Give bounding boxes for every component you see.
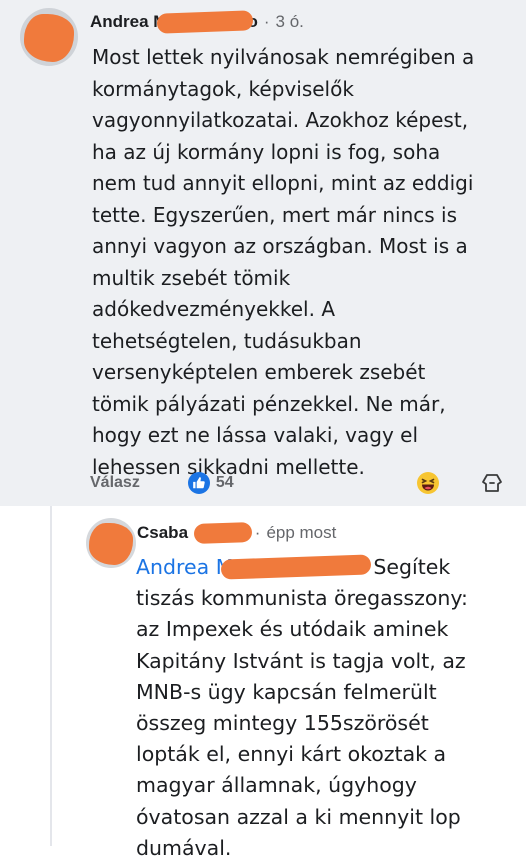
comment-1: Andrea M o · 3 ó. Most lettek nyilvánosa… xyxy=(0,0,526,506)
comment-line: tette. Egyszerűen, mert már nincs is xyxy=(92,202,458,227)
reply-author-name[interactable]: Csaba xyxy=(137,523,188,543)
comment-line: kormánytagok, képviselők xyxy=(92,76,354,101)
reply-body: Andrea M Segítek tiszás kommunista öregas… xyxy=(136,552,468,864)
comment-line: nem tud annyit ellopni, mint az eddigi xyxy=(92,171,474,195)
avatar[interactable] xyxy=(20,8,78,66)
laughing-emoji-icon[interactable] xyxy=(416,471,440,495)
comment-line: annyi vagyon az országban. Most is a xyxy=(92,234,468,258)
name-redaction xyxy=(157,10,254,34)
comment-line: ha az új kormány lopni is fog, soha xyxy=(92,139,441,164)
comment-line: vagyonnyilatkozatai. Azokhoz képest, xyxy=(92,108,469,132)
thumbs-up-icon xyxy=(187,472,210,494)
reply-line: Segítek xyxy=(373,555,451,579)
reply-line: dumával. xyxy=(136,835,232,860)
reply-line: lopták el, ennyi kárt okoztak a xyxy=(136,742,447,767)
reply-line: tiszás kommunista öregasszony: xyxy=(136,586,468,611)
separator: · xyxy=(263,12,270,31)
author-name[interactable]: Andrea M xyxy=(90,12,167,32)
like-summary[interactable]: 54 xyxy=(187,472,234,494)
reply-header: Csaba i · épp most xyxy=(137,521,336,545)
mention-link[interactable]: Andrea M xyxy=(136,555,233,579)
reply-line: magyar államnak, úgyhogy xyxy=(136,773,417,798)
thread-line xyxy=(50,506,52,846)
add-reaction-icon[interactable] xyxy=(480,471,504,495)
comment-line: multik zsebét tömik xyxy=(92,265,291,290)
like-count: 54 xyxy=(215,474,234,491)
comment-line: tehetségtelen, tudásukban xyxy=(92,328,362,353)
mention-redaction xyxy=(221,554,372,580)
comment-body: Most lettek nyilvánosak nemrégiben a kor… xyxy=(92,42,474,483)
name-redaction xyxy=(193,521,253,545)
reply-line: MNB-s ügy kapcsán felmerült xyxy=(136,679,437,704)
comment-header: Andrea M o · 3 ó. xyxy=(90,10,304,34)
reply-button[interactable]: Válasz xyxy=(90,474,140,492)
reply-first-line: Andrea M Segítek xyxy=(136,552,468,583)
comment-line: adókedvezményekkel. A xyxy=(92,297,336,321)
comment-actions: Válasz 54 xyxy=(90,470,510,496)
timestamp[interactable]: 3 ó. xyxy=(276,12,304,32)
comment-line: Most lettek nyilvánosak nemrégiben a xyxy=(92,45,475,69)
reply-line: Kapitány Istvánt is tagja volt, az xyxy=(136,648,466,673)
comment-line: tömik pályázati pénzekkel. Ne már, xyxy=(92,391,446,416)
comment-line: versenyképtelen emberek zsebét xyxy=(92,360,426,384)
reply-line: óvatosan azzal a ki mennyit lop xyxy=(136,804,461,829)
separator: · xyxy=(254,523,261,542)
reply-timestamp[interactable]: épp most xyxy=(266,523,336,543)
reply-avatar[interactable] xyxy=(86,518,136,568)
reply-line: az Impexek és utódaik aminek xyxy=(136,617,449,642)
comment-line: hogy ezt ne lássa valaki, vagy el xyxy=(92,423,419,447)
reply-line: összeg mintegy 155szörösét xyxy=(136,711,429,736)
